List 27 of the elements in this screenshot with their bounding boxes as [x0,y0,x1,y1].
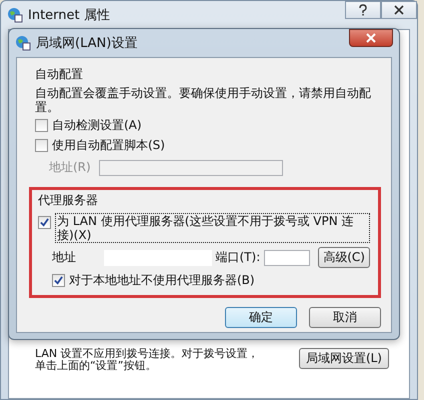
dialog-title: 局域网(LAN)设置 [36,35,138,52]
close-button[interactable] [381,1,417,19]
cancel-button[interactable]: 取消 [309,307,381,328]
address-label: 地址(R) [49,159,91,176]
close-icon [394,5,404,15]
group-heading: 代理服务器 [38,192,99,209]
checkbox[interactable]: 自动检测设置(A) [35,117,381,134]
close-icon [366,33,376,43]
advanced-button[interactable]: 高级(C) [318,247,370,268]
ok-button[interactable]: 确定 [225,307,297,328]
checkbox[interactable]: 使用自动配置脚本(S) [35,137,381,154]
checkbox[interactable]: 对于本地地址不使用代理服务器(B) [38,272,370,289]
close-button[interactable] [349,29,393,47]
group-heading: 自动配置 [35,66,84,83]
port-label: 端口(T): [216,249,260,266]
port-field[interactable] [264,250,310,266]
lan-settings-button[interactable]: 局域网设置(L) [298,348,389,369]
help-icon [358,4,368,16]
globe-icon [15,35,31,51]
description-text: 自动配置会覆盖手动设置。要确保使用手动设置，请禁用自动配置。 [35,86,372,114]
lan-note: LAN 设置不应用到拨号连接。对于拨号设置，单击上面的“设置”按钮。 [35,348,260,372]
help-button[interactable] [345,1,381,19]
check-icon [54,276,63,285]
globe-icon [7,7,23,23]
window-title: Internet 属性 [28,7,110,24]
check-icon [40,218,49,227]
address-label: 地址 [52,249,77,266]
